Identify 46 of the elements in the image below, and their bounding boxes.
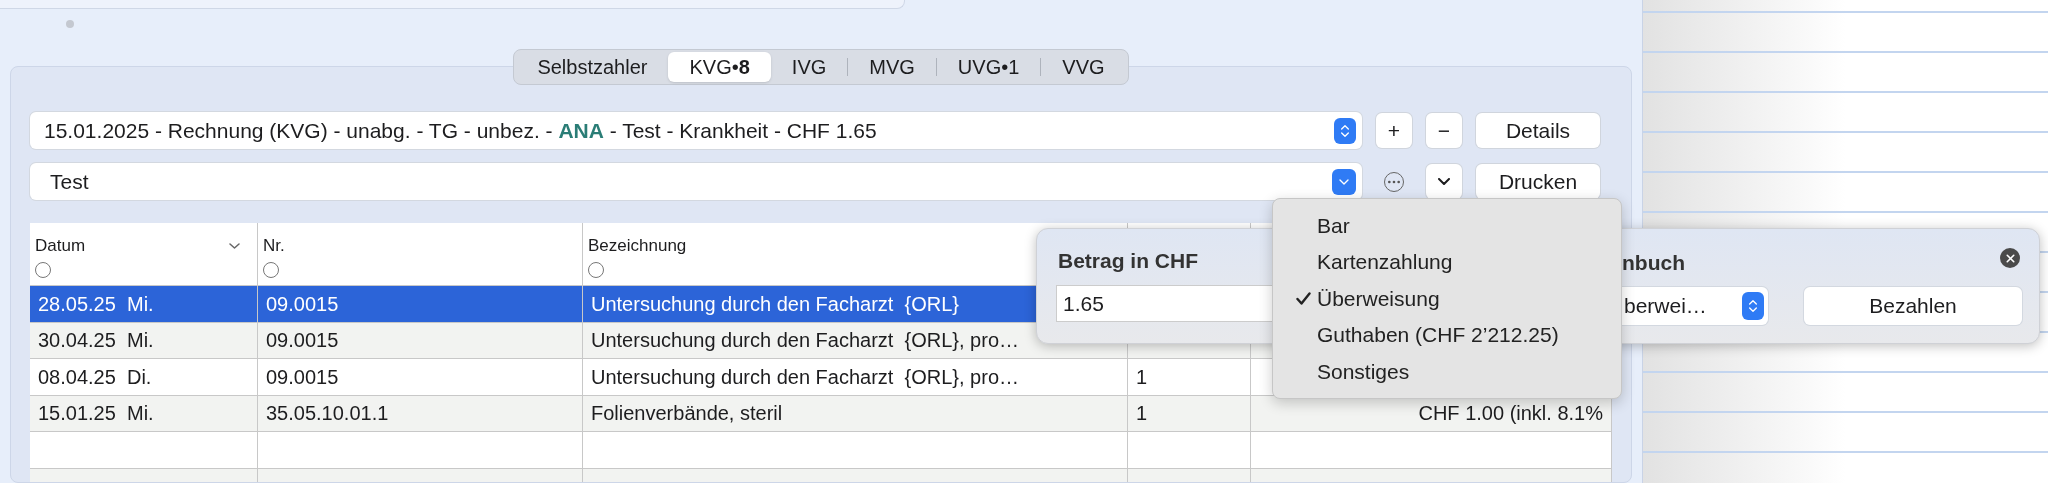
tab[interactable]: IVG: [770, 52, 848, 82]
template-select[interactable]: Test: [30, 163, 1362, 200]
table-cell-text: 28.05.25 Mi.: [38, 291, 154, 317]
table-cell-text: 08.04.25 Di.: [38, 364, 152, 390]
table-row[interactable]: 15.01.25 Mi. 35.05.10.01.1 Folienverbände, steril 1 CHF 1.00 (inkl. 8.1%: [30, 395, 1612, 432]
invoice-select[interactable]: 15.01.2025 - Rechnung (KVG) - unabg. - TG - unbez. - ANA - Test - Krankheit - CHF 1.65: [30, 112, 1362, 149]
table-cell-text: Untersuchung durch den Facharzt {ORL}, pro…: [591, 328, 1019, 354]
table-cell-text: 30.04.25 Mi.: [38, 328, 154, 354]
menu-item[interactable]: Kartenzahlung: [1273, 243, 1621, 281]
details-button[interactable]: Details: [1476, 113, 1600, 148]
chevron-down-icon: [1332, 168, 1356, 195]
remove-button[interactable]: −: [1426, 113, 1462, 148]
sort-icon[interactable]: [229, 242, 240, 249]
tab[interactable]: Selbstzahler: [516, 52, 669, 82]
print-button[interactable]: Drucken: [1476, 164, 1600, 199]
tab[interactable]: UVG•1: [936, 52, 1041, 82]
stepper-icon: [1742, 292, 1764, 320]
method-select[interactable]: berwei…: [1622, 287, 1768, 325]
table-cell-text: Untersuchung durch den Facharzt {ORL}, pro…: [591, 364, 1019, 390]
popover-title: Betrag in CHF: [1058, 248, 1198, 274]
stepper-icon: [1334, 117, 1356, 144]
table-cell-text: 09.0015: [266, 364, 339, 390]
filter-radio[interactable]: [588, 261, 604, 278]
pay-button[interactable]: Bezahlen: [1804, 287, 2022, 325]
tab[interactable]: MVG: [848, 52, 936, 82]
filter-radio[interactable]: [35, 261, 51, 278]
dropdown-button[interactable]: [1426, 164, 1462, 199]
table-cell-text: Untersuchung durch den Facharzt {ORL}: [591, 291, 959, 317]
method-label: nbuch: [1622, 250, 1685, 276]
table-cell-text: 09.0015: [266, 291, 339, 317]
table-cell-text: 09.0015: [266, 328, 339, 354]
tab[interactable]: VVG: [1041, 52, 1126, 82]
table-cell-text: Folienverbände, steril: [591, 401, 783, 427]
table-cell-text: 1: [1136, 401, 1148, 427]
table-cell-text: 35.05.10.01.1: [266, 401, 389, 427]
column-header[interactable]: Nr.: [263, 233, 285, 259]
chevron-down-icon: [1438, 178, 1450, 185]
add-button[interactable]: +: [1376, 113, 1412, 148]
table-cell-text: 1: [1136, 364, 1148, 390]
column-header[interactable]: Datum: [35, 233, 86, 259]
filter-radio[interactable]: [263, 261, 279, 278]
menu-item[interactable]: Bar: [1273, 207, 1621, 244]
tab[interactable]: KVG•8: [668, 52, 771, 82]
table-cell-text: 15.01.25 Mi.: [38, 401, 154, 427]
column-header[interactable]: Bezeichnung: [588, 233, 687, 259]
table-cell-text: CHF 1.00 (inkl. 8.1%: [1418, 401, 1603, 427]
